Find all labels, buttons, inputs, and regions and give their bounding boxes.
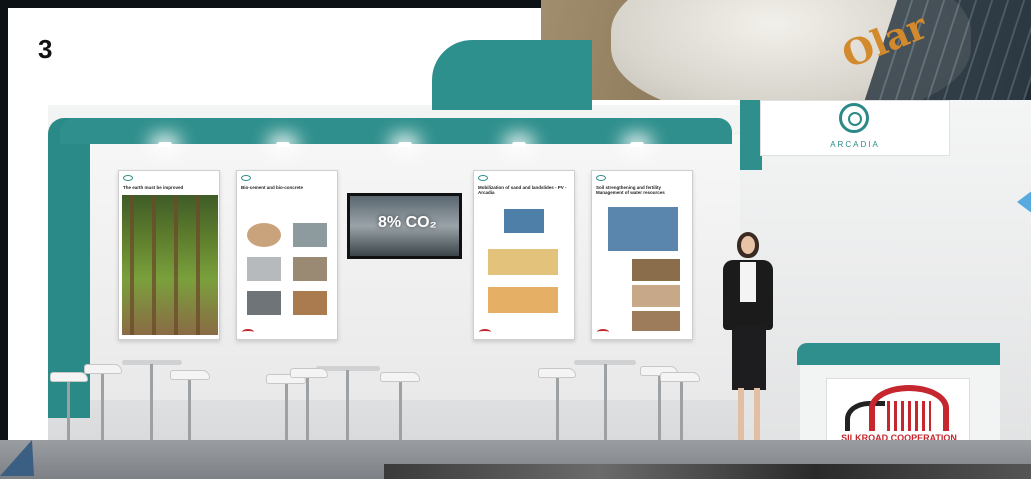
hostess-shirt xyxy=(740,262,756,302)
silkroad-arch-icon xyxy=(869,385,949,431)
table-leg xyxy=(604,364,607,450)
booth-tower xyxy=(432,40,592,110)
spot-light xyxy=(630,142,644,147)
poster-soil: Soil strengthening and fertility Managem… xyxy=(591,170,693,340)
poster-logo-icon xyxy=(596,175,606,181)
top-right-photo: Olar xyxy=(541,0,1031,100)
stool-leg xyxy=(658,376,661,450)
poster-photo xyxy=(293,291,327,315)
poster-earth: The earth must be improved xyxy=(118,170,220,340)
counter-top xyxy=(797,343,1000,365)
bottom-photo-strip xyxy=(384,464,1031,479)
poster-diagram xyxy=(488,249,558,275)
hostess-skirt xyxy=(732,326,766,390)
table-leg xyxy=(150,364,153,449)
booth-right-accent xyxy=(740,100,762,170)
hostess-face xyxy=(741,236,755,254)
stool xyxy=(538,368,576,378)
arcadia-logo-icon xyxy=(839,103,869,133)
poster-photo xyxy=(632,259,680,281)
stool-leg xyxy=(101,374,104,446)
slide: 3 Olar ARCADIA The earth must be improve… xyxy=(0,0,1031,479)
poster-title: Bio-cement and bio-concrete xyxy=(241,185,304,190)
spot-light xyxy=(512,142,526,147)
booth-frame-top xyxy=(60,118,732,144)
spot-light xyxy=(276,142,290,147)
poster-logo-icon xyxy=(123,175,133,181)
poster-title: Mobilization of sand and landslides - PV… xyxy=(478,185,567,195)
screen-text: 8% CO₂ xyxy=(378,214,437,231)
poster-photo xyxy=(632,285,680,307)
stool xyxy=(84,364,122,374)
stool xyxy=(50,372,88,382)
silkroad-mini-logo xyxy=(242,329,254,335)
poster-photo xyxy=(632,311,680,331)
silkroad-mini-logo xyxy=(479,329,491,335)
poster-photo xyxy=(608,207,678,251)
stool xyxy=(170,370,210,380)
stool xyxy=(380,372,420,382)
silkroad-mini-logo xyxy=(597,329,609,335)
stool xyxy=(290,368,328,378)
poster-logo-icon xyxy=(478,175,488,181)
poster-title: Soil strengthening and fertility Managem… xyxy=(596,185,665,195)
poster-biocement: Bio-cement and bio-concrete xyxy=(236,170,338,340)
slide-number: 3 xyxy=(38,34,53,64)
tv-screen: 8% CO₂ xyxy=(347,193,462,259)
arrow-left-icon xyxy=(1017,190,1031,214)
poster-title: The earth must be improved xyxy=(123,185,184,190)
poster-photo xyxy=(247,223,281,247)
poster-logo-icon xyxy=(241,175,251,181)
stool xyxy=(660,372,700,382)
poster-photo xyxy=(247,291,281,315)
spot-light xyxy=(158,142,172,147)
poster-diagram xyxy=(488,287,558,313)
forest-image xyxy=(122,195,218,335)
arcadia-label: ARCADIA xyxy=(830,140,880,149)
corner-triangle xyxy=(0,440,34,476)
poster-sand: Mobilization of sand and landslides - PV… xyxy=(473,170,575,340)
poster-photo xyxy=(293,223,327,247)
poster-photo xyxy=(293,257,327,281)
left-border xyxy=(0,0,8,479)
poster-photo xyxy=(504,209,544,233)
poster-photo xyxy=(247,257,281,281)
spot-light xyxy=(398,142,412,147)
